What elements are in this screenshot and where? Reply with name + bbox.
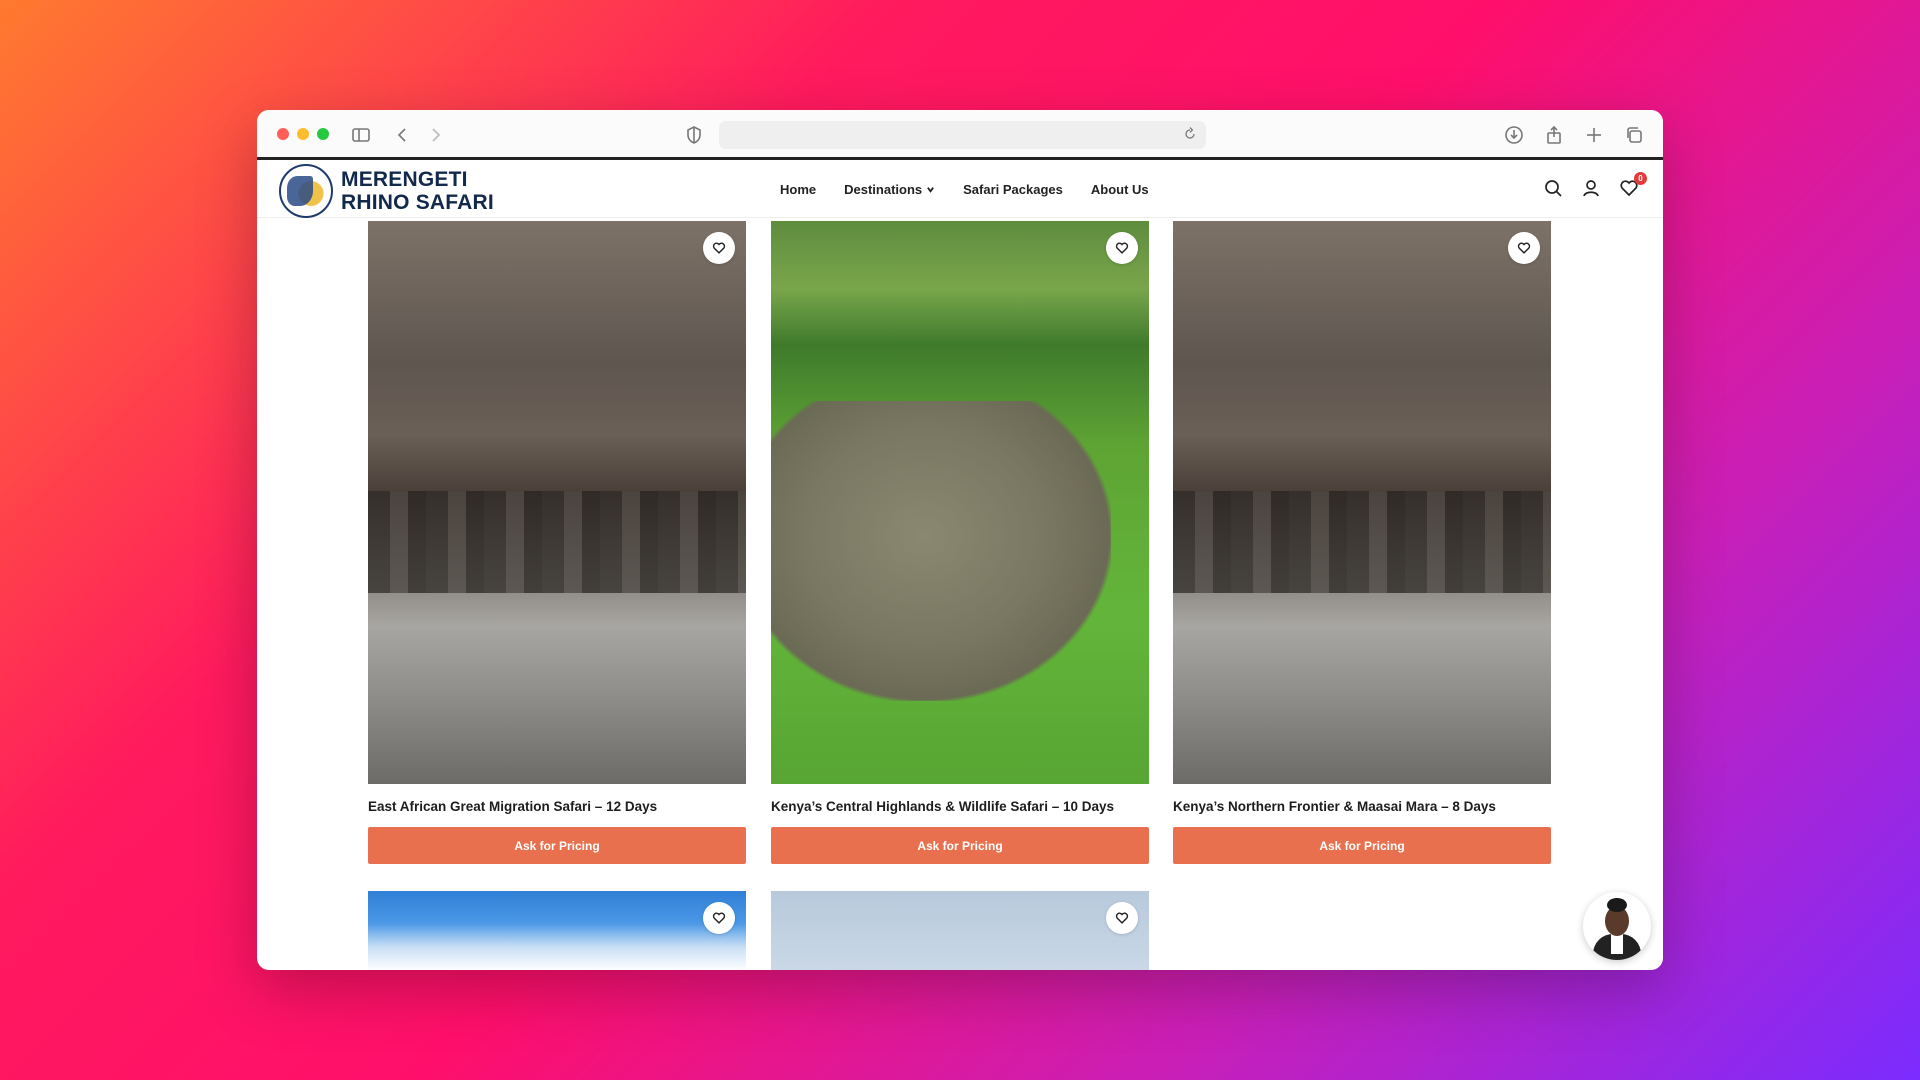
header-actions: 0	[1543, 172, 1647, 200]
logo-text: MERENGETI RHINO SAFARI	[341, 168, 494, 214]
window-controls	[277, 128, 329, 140]
product-card: Kenya’s Northern Frontier & Maasai Mara …	[1173, 221, 1551, 864]
browser-toolbar	[257, 110, 1663, 160]
browser-window: MERENGETI RHINO SAFARI Home Destinations…	[257, 110, 1663, 970]
product-image[interactable]	[771, 891, 1149, 970]
reload-icon[interactable]	[1182, 126, 1200, 144]
close-window-button[interactable]	[277, 128, 289, 140]
forward-icon[interactable]	[423, 123, 447, 147]
avatar-hair	[1607, 898, 1627, 912]
site-header: MERENGETI RHINO SAFARI Home Destinations…	[257, 160, 1663, 218]
account-icon[interactable]	[1581, 178, 1603, 200]
product-title[interactable]: East African Great Migration Safari – 12…	[368, 799, 746, 817]
ask-for-pricing-button[interactable]: Ask for Pricing	[771, 827, 1149, 864]
nav-home[interactable]: Home	[780, 182, 816, 197]
shield-icon[interactable]	[682, 123, 706, 147]
logo-line-1: MERENGETI	[341, 168, 468, 191]
minimize-window-button[interactable]	[297, 128, 309, 140]
nav-about-us[interactable]: About Us	[1091, 182, 1149, 197]
nav-home-label: Home	[780, 181, 817, 197]
wishlist-icon[interactable]: 0	[1619, 172, 1647, 200]
product-card: East African Great Migration Safari – 12…	[368, 221, 746, 864]
heart-icon[interactable]	[1106, 902, 1138, 934]
product-image[interactable]	[368, 891, 746, 970]
heart-icon[interactable]	[703, 902, 735, 934]
search-icon[interactable]	[1543, 178, 1565, 200]
product-card: Kenya’s Central Highlands & Wildlife Saf…	[771, 221, 1149, 864]
product-title[interactable]: Kenya’s Northern Frontier & Maasai Mara …	[1173, 799, 1551, 817]
heart-icon[interactable]	[1106, 232, 1138, 264]
chevron-down-icon	[926, 182, 935, 197]
sidebar-icon[interactable]	[349, 123, 373, 147]
product-card	[771, 891, 1149, 970]
nav-destinations-label: Destinations	[844, 181, 923, 197]
ask-for-pricing-button[interactable]: Ask for Pricing	[368, 827, 746, 864]
main-nav: Home Destinations Safari Packages About …	[780, 160, 1149, 218]
nav-about-us-label: About Us	[1090, 181, 1149, 197]
product-card	[368, 891, 746, 970]
site-logo[interactable]: MERENGETI RHINO SAFARI	[279, 164, 494, 218]
product-image[interactable]	[771, 221, 1149, 784]
product-grid: East African Great Migration Safari – 12…	[257, 221, 1663, 970]
nav-safari-packages[interactable]: Safari Packages	[963, 182, 1063, 197]
zoom-window-button[interactable]	[317, 128, 329, 140]
avatar-shirt	[1611, 934, 1623, 954]
product-title[interactable]: Kenya’s Central Highlands & Wildlife Saf…	[771, 799, 1149, 817]
nav-safari-packages-label: Safari Packages	[963, 181, 1063, 197]
download-icon[interactable]	[1502, 123, 1526, 147]
wishlist-count-badge: 0	[1634, 172, 1647, 185]
tabs-icon[interactable]	[1622, 123, 1646, 147]
logo-line-2: RHINO SAFARI	[341, 191, 494, 214]
product-image[interactable]	[1173, 221, 1551, 784]
new-tab-icon[interactable]	[1582, 123, 1606, 147]
address-bar[interactable]	[719, 121, 1206, 149]
chat-widget-avatar[interactable]	[1583, 892, 1651, 960]
product-image[interactable]	[368, 221, 746, 784]
share-icon[interactable]	[1542, 123, 1566, 147]
logo-emblem-icon	[279, 164, 333, 218]
heart-icon[interactable]	[703, 232, 735, 264]
nav-destinations[interactable]: Destinations	[844, 182, 935, 197]
back-icon[interactable]	[391, 123, 415, 147]
ask-for-pricing-button[interactable]: Ask for Pricing	[1173, 827, 1551, 864]
heart-icon[interactable]	[1508, 232, 1540, 264]
